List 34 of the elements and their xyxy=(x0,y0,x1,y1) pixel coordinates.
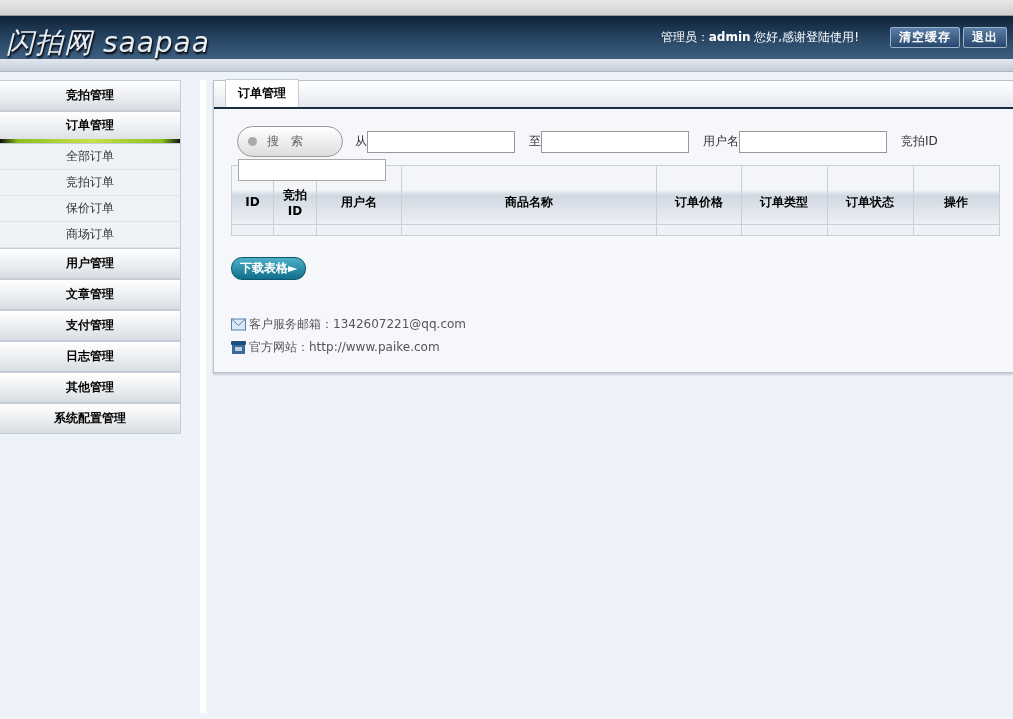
download-button[interactable]: 下载表格► xyxy=(231,257,307,280)
tab[interactable]: 订单管理 xyxy=(225,79,299,107)
submenu-item[interactable]: 竞拍订单 xyxy=(0,170,181,196)
contact-text: 官方网站：http://www.paike.com xyxy=(249,339,440,356)
field-label: 用户名 xyxy=(703,133,739,150)
search-button[interactable]: 搜 索 xyxy=(237,126,343,157)
column-header: 订单类型 xyxy=(741,165,828,225)
sidebar-item[interactable]: 支付管理 xyxy=(0,310,181,341)
submenu-item[interactable]: 保价订单 xyxy=(0,196,181,222)
field-label: 竞拍ID xyxy=(901,133,938,150)
column-header: 订单状态 xyxy=(827,165,914,225)
submenu-item[interactable]: 全部订单 xyxy=(0,144,181,170)
input-field[interactable] xyxy=(739,130,887,153)
sidebar-item[interactable]: 文章管理 xyxy=(0,279,181,310)
submenu-item[interactable]: 商场订单 xyxy=(0,222,181,248)
sidebar-item[interactable]: 订单管理 xyxy=(0,111,181,144)
greeting-text: 管理员：admin 您好,感谢登陆使用! xyxy=(660,29,859,46)
sidebar-item[interactable]: 竞拍管理 xyxy=(0,80,181,111)
column-header: 商品名称 xyxy=(401,165,657,225)
envelope-icon xyxy=(231,318,246,331)
column-header: 订单价格 xyxy=(656,165,742,225)
contact-text: 客户服务邮箱：1342607221@qq.com xyxy=(249,316,467,333)
column-header: 操作 xyxy=(913,165,1000,225)
field-label: 至 xyxy=(529,133,541,150)
input-field[interactable] xyxy=(541,130,689,153)
sidebar-item[interactable]: 系统配置管理 xyxy=(0,403,181,434)
field-label: 从 xyxy=(355,133,367,150)
header-button[interactable]: 退出 xyxy=(963,27,1007,48)
sidebar-item[interactable]: 日志管理 xyxy=(0,341,181,372)
sidebar-item[interactable]: 用户管理 xyxy=(0,248,181,279)
logo: 闪拍网 saapaa xyxy=(6,24,210,61)
input-field[interactable] xyxy=(367,130,515,153)
sidebar-item[interactable]: 其他管理 xyxy=(0,372,181,403)
header-button[interactable]: 清空缓存 xyxy=(890,27,960,48)
